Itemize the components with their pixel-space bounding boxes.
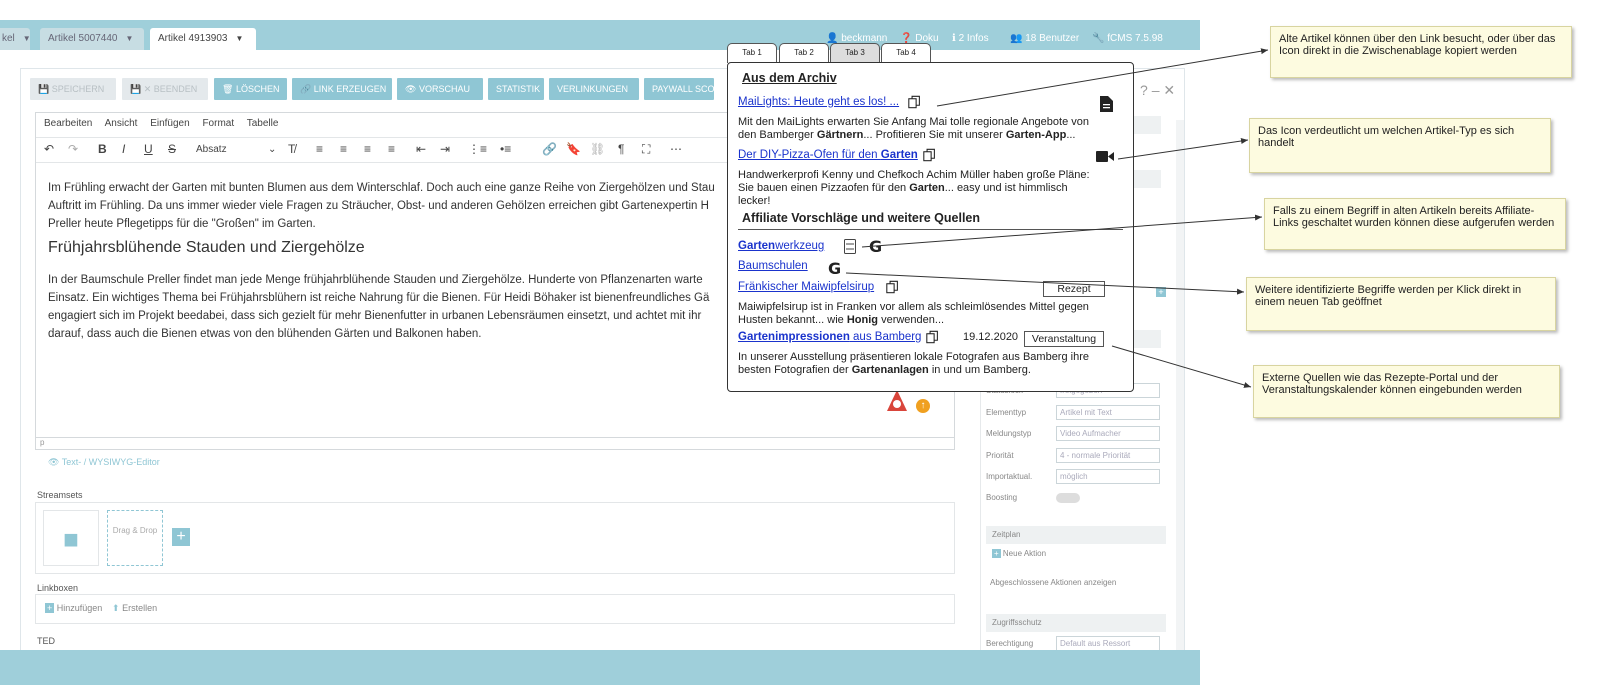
annotation-note: Falls zu einem Begriff in alten Artikeln… — [1264, 198, 1566, 250]
annotation-note: Externe Quellen wie das Rezepte-Portal u… — [1253, 365, 1560, 418]
annotation-note: Weitere identifizierte Begriffe werden p… — [1246, 277, 1556, 331]
annotation-note: Das Icon verdeutlicht um welchen Artikel… — [1249, 118, 1551, 173]
annotation-note: Alte Artikel können über den Link besuch… — [1270, 26, 1572, 78]
annotation-arrows — [845, 48, 1269, 388]
